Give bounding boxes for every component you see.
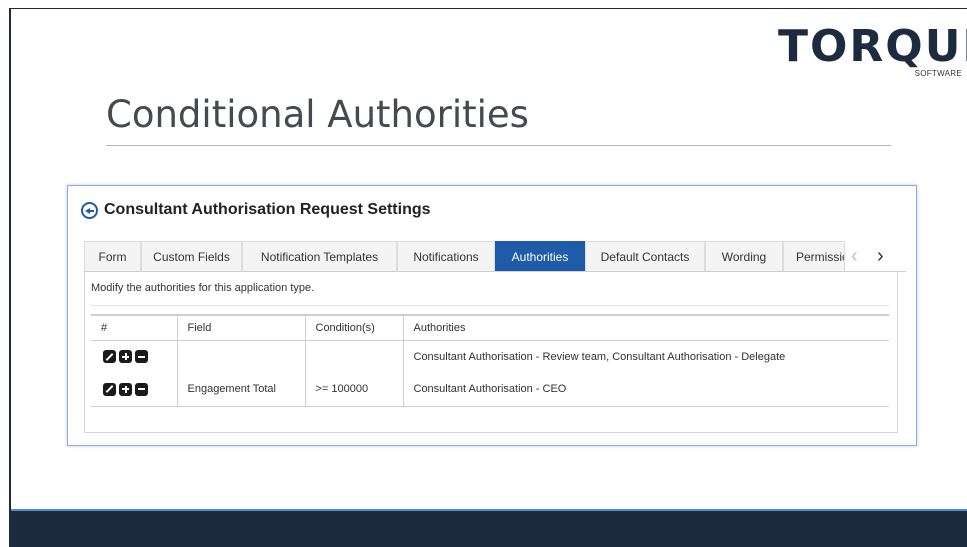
- column-header-number: #: [91, 314, 177, 341]
- back-arrow-icon[interactable]: [81, 201, 98, 219]
- row-actions: [91, 340, 177, 373]
- row-actions: [91, 373, 177, 407]
- tab-form[interactable]: Form: [84, 241, 141, 271]
- table-row: Engagement Total >= 100000 Consultant Au…: [91, 373, 889, 407]
- slide-title: Conditional Authorities: [106, 93, 529, 136]
- tab-default-contacts[interactable]: Default Contacts: [585, 241, 705, 271]
- tab-scroll-left-icon[interactable]: ‹: [851, 241, 858, 271]
- row-field: [176, 340, 305, 373]
- authorities-table: # Field Condition(s) Authorities Consult…: [91, 314, 889, 407]
- logo-subtitle: SOFTWARE: [914, 69, 962, 78]
- plus-icon[interactable]: [119, 382, 132, 396]
- tab-notification-templates[interactable]: Notification Templates: [242, 241, 397, 271]
- authorities-tab-content: Modify the authorities for this applicat…: [84, 272, 898, 433]
- tab-scroll-right-icon[interactable]: ›: [877, 241, 884, 271]
- column-header-conditions: Condition(s): [304, 314, 403, 341]
- panel-title: Consultant Authorisation Request Setting…: [104, 201, 431, 218]
- plus-icon[interactable]: [119, 350, 132, 364]
- footer-bar: [11, 509, 967, 547]
- row-authorities: Consultant Authorisation - Review team, …: [402, 340, 889, 373]
- description-divider: [91, 305, 889, 306]
- row-condition: >= 100000: [304, 373, 403, 407]
- slide: TORQUE SOFTWARE Conditional Authorities …: [0, 0, 967, 547]
- row-authorities: Consultant Authorisation - CEO: [402, 373, 889, 407]
- tab-notifications[interactable]: Notifications: [397, 241, 495, 271]
- logo-word: TORQUE: [778, 21, 967, 72]
- table-row: Consultant Authorisation - Review team, …: [91, 340, 889, 373]
- table-header-row: # Field Condition(s) Authorities: [91, 314, 889, 341]
- tab-permissions[interactable]: Permissic: [783, 241, 845, 271]
- tab-wording[interactable]: Wording: [705, 241, 783, 271]
- tab-description: Modify the authorities for this applicat…: [91, 282, 315, 294]
- column-header-field: Field: [176, 314, 305, 341]
- minus-icon[interactable]: [135, 350, 148, 364]
- minus-icon[interactable]: [135, 382, 148, 396]
- row-condition: [304, 340, 403, 373]
- column-header-authorities: Authorities: [402, 314, 889, 341]
- title-divider: [106, 145, 891, 146]
- edit-icon[interactable]: [103, 350, 116, 364]
- settings-panel: Consultant Authorisation Request Setting…: [67, 185, 917, 446]
- tab-custom-fields[interactable]: Custom Fields: [141, 241, 242, 271]
- row-field: Engagement Total: [176, 373, 305, 407]
- slide-frame-left: [9, 8, 11, 547]
- slide-frame-top: [9, 8, 967, 9]
- tab-authorities[interactable]: Authorities: [495, 241, 585, 271]
- edit-icon[interactable]: [103, 382, 116, 396]
- tab-bar: Form Custom Fields Notification Template…: [84, 241, 906, 272]
- torque-logo: TORQUE SOFTWARE: [778, 21, 967, 82]
- panel-header: Consultant Authorisation Request Setting…: [81, 199, 431, 221]
